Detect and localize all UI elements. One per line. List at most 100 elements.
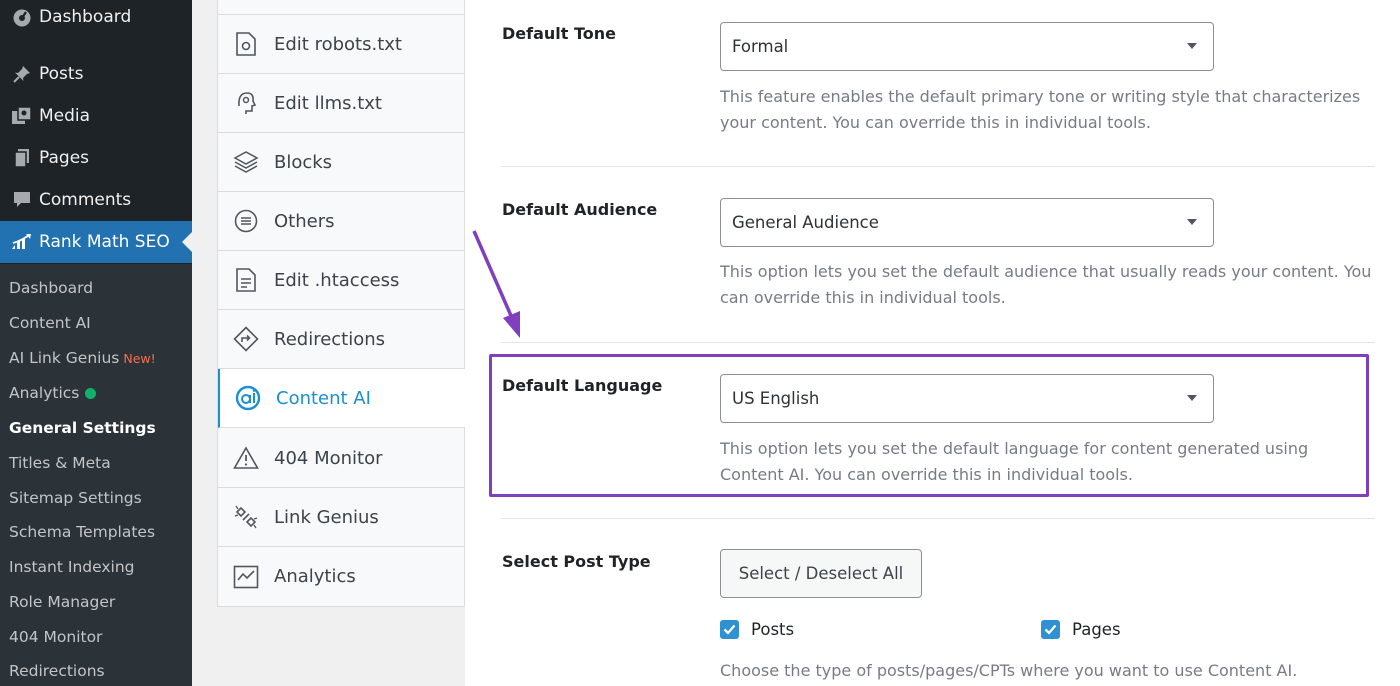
default-tone-description: This feature enables the default primary… (720, 87, 1361, 132)
post-type-label: Select Post Type (502, 552, 651, 571)
tool-blocks[interactable]: Blocks (218, 133, 464, 192)
caret-down-icon (1187, 395, 1197, 401)
checkmark-icon (720, 620, 739, 639)
caret-down-icon (1187, 43, 1197, 49)
checkbox-label: Pages (1072, 620, 1121, 639)
submenu-item-dashboard[interactable]: Dashboard (9, 273, 93, 303)
submenu-label: Titles & Meta (9, 454, 111, 472)
submenu-item-general-settings[interactable]: General Settings (9, 413, 156, 443)
menu-item-dashboard[interactable]: Dashboard (0, 0, 192, 38)
submenu-label: Redirections (9, 662, 105, 680)
submenu-item-ai-link-genius[interactable]: AI Link Genius New! (9, 343, 156, 373)
menu-item-label: Media (39, 106, 91, 126)
divider (501, 342, 1375, 343)
tool-label: Link Genius (274, 506, 379, 528)
tool-label: Edit .htaccess (274, 269, 400, 291)
submenu-item-schema-templates[interactable]: Schema Templates (9, 517, 155, 547)
default-tone-select[interactable]: Formal (720, 22, 1214, 71)
submenu-label: Instant Indexing (9, 558, 135, 576)
submenu-item-404-monitor[interactable]: 404 Monitor (9, 622, 102, 652)
submenu-item-titles-meta[interactable]: Titles & Meta (9, 448, 111, 478)
submenu-label: 404 Monitor (9, 628, 103, 646)
redirections-icon (218, 326, 274, 352)
tool-label: Others (274, 210, 335, 232)
tool-link-genius[interactable]: Link Genius (218, 488, 464, 547)
content-ai-settings: Default Tone Formal This feature enables… (465, 0, 1400, 686)
tools-nav: Edit robots.txt Edit llms.txt Blocks Oth… (217, 0, 466, 607)
selected-value: General Audience (732, 213, 879, 232)
submenu-label: AI Link Genius (9, 349, 120, 367)
submenu-label: Role Manager (9, 593, 116, 611)
pages-icon (0, 148, 39, 168)
tool-label: Blocks (274, 151, 333, 173)
submenu-item-content-ai[interactable]: Content AI (9, 308, 91, 338)
checkmark-icon (1041, 620, 1060, 639)
llms-icon (218, 91, 274, 115)
menu-item-label: Posts (39, 64, 84, 84)
menu-item-media[interactable]: Media (0, 95, 192, 137)
admin-sidebar: Dashboard Posts Media Pages Comments Ran… (0, 0, 192, 686)
menu-item-label: Comments (39, 190, 132, 210)
tool-content-ai[interactable]: Content AI (218, 369, 466, 428)
rank-math-submenu: Dashboard Content AI AI Link Genius New! … (0, 264, 192, 686)
submenu-label: Schema Templates (9, 523, 156, 541)
tool-label: Content AI (276, 387, 371, 409)
menu-item-rank-math-seo[interactable]: Rank Math SEO (0, 221, 192, 263)
default-audience-label: Default Audience (502, 200, 658, 219)
tool-edit-robots-txt[interactable]: Edit robots.txt (218, 15, 464, 74)
caret-down-icon (1187, 219, 1197, 225)
default-language-label: Default Language (502, 376, 663, 395)
content-ai-icon (220, 385, 276, 411)
default-language-select[interactable]: US English (720, 374, 1214, 423)
link-genius-icon (218, 504, 274, 530)
tool-label: Analytics (274, 566, 356, 587)
selected-value: Formal (732, 37, 789, 56)
divider (501, 166, 1375, 167)
menu-item-pages[interactable]: Pages (0, 137, 192, 179)
submenu-item-analytics[interactable]: Analytics (9, 378, 97, 408)
submenu-item-role-manager[interactable]: Role Manager (9, 587, 115, 617)
dashboard-icon (0, 7, 39, 27)
default-tone-label: Default Tone (502, 24, 617, 43)
rank-math-icon (0, 233, 39, 251)
robots-file-icon (218, 32, 274, 56)
comment-icon (0, 190, 39, 210)
submenu-label: Sitemap Settings (9, 489, 142, 507)
posts-checkbox[interactable]: Posts (720, 620, 794, 639)
submenu-label: Dashboard (9, 279, 94, 297)
submenu-label: General Settings (9, 419, 156, 437)
default-language-description: This option lets you set the default lan… (720, 439, 1309, 484)
status-dot (85, 387, 97, 399)
menu-item-label: Dashboard (39, 7, 132, 27)
tool-label: Edit llms.txt (274, 92, 382, 114)
divider (501, 518, 1375, 519)
analytics-icon (218, 565, 274, 589)
htaccess-file-icon (218, 268, 274, 292)
submenu-item-instant-indexing[interactable]: Instant Indexing (9, 552, 135, 582)
tool-edit-htaccess[interactable]: Edit .htaccess (218, 251, 464, 310)
tool-edit-llms-txt[interactable]: Edit llms.txt (218, 74, 464, 133)
default-audience-select[interactable]: General Audience (720, 198, 1214, 247)
post-type-description: Choose the type of posts/pages/CPTs wher… (720, 661, 1298, 680)
submenu-item-sitemap-settings[interactable]: Sitemap Settings (9, 483, 142, 513)
tool-others[interactable]: Others (218, 192, 464, 251)
new-badge: New! (123, 350, 156, 366)
submenu-label: Analytics (9, 384, 80, 402)
tool-label: Redirections (274, 328, 386, 350)
submenu-item-redirections[interactable]: Redirections (9, 656, 105, 686)
tool-label: Edit robots.txt (274, 33, 402, 55)
submenu-label: Content AI (9, 314, 91, 332)
warning-icon (218, 446, 274, 470)
selected-value: US English (732, 389, 820, 408)
tool-404-monitor[interactable]: 404 Monitor (218, 429, 464, 488)
tool-analytics[interactable]: Analytics (218, 547, 464, 606)
menu-item-posts[interactable]: Posts (0, 53, 192, 95)
select-deselect-all-button[interactable]: Select / Deselect All (720, 549, 922, 598)
menu-item-label: Rank Math SEO (39, 232, 170, 252)
pages-checkbox[interactable]: Pages (1041, 620, 1121, 639)
checkbox-label: Posts (751, 620, 795, 639)
menu-item-comments[interactable]: Comments (0, 179, 192, 221)
blocks-icon (218, 150, 274, 174)
tool-redirections[interactable]: Redirections (218, 310, 464, 369)
tool-label: 404 Monitor (274, 447, 383, 469)
